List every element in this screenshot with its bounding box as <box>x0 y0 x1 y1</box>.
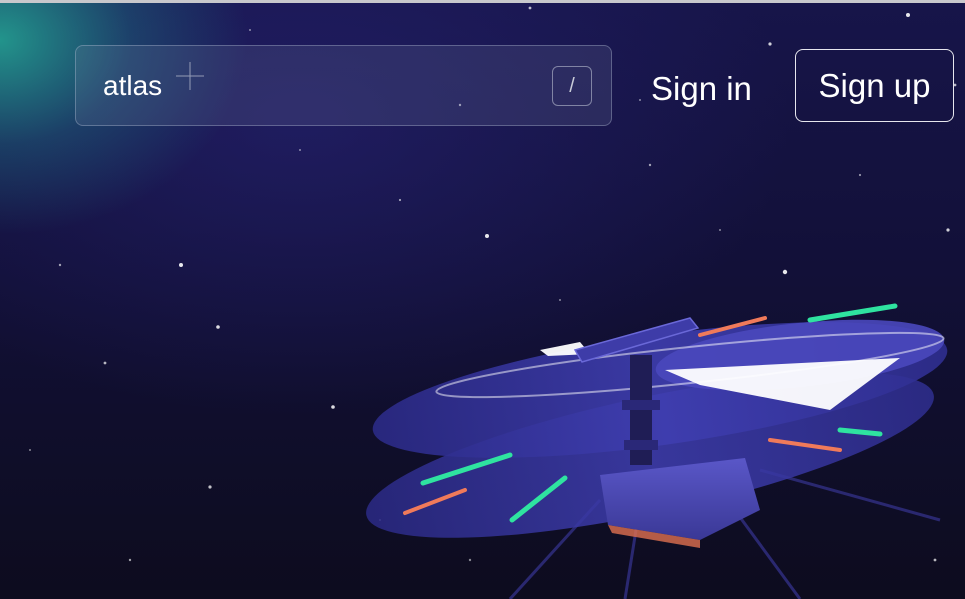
sign-up-button[interactable]: Sign up <box>795 49 954 122</box>
search-shortcut-key: / <box>552 66 592 106</box>
search-box[interactable]: / <box>75 45 612 126</box>
hero-section: / Sign in Sign up <box>0 0 965 599</box>
sign-in-link[interactable]: Sign in <box>651 64 752 114</box>
search-input[interactable] <box>76 46 536 125</box>
window-top-border <box>0 0 965 3</box>
